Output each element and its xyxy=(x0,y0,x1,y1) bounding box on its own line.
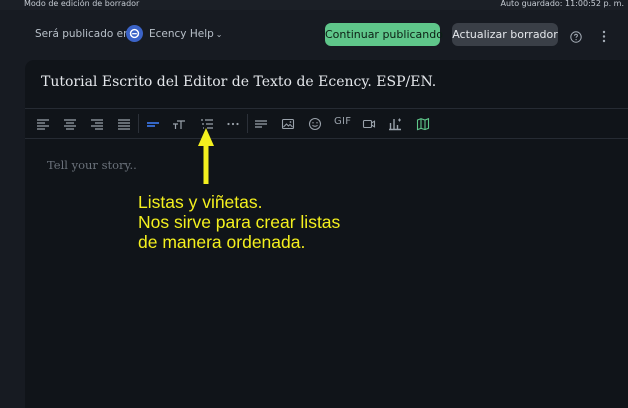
title-field[interactable]: Tutorial Escrito del Editor de Texto de … xyxy=(25,60,628,109)
annotation-text: Listas y viñetas. Nos sirve para crear l… xyxy=(138,192,340,252)
emoji-icon[interactable] xyxy=(308,117,322,131)
update-draft-button[interactable]: Actualizar borrador xyxy=(452,23,558,46)
align-justify-icon[interactable] xyxy=(117,117,131,131)
post-title[interactable]: Tutorial Escrito del Editor de Texto de … xyxy=(41,74,436,90)
more-horizontal-icon[interactable] xyxy=(226,117,240,131)
align-center-icon[interactable] xyxy=(63,117,77,131)
map-icon[interactable] xyxy=(416,117,430,131)
poll-icon[interactable] xyxy=(388,117,402,131)
autosave-status: Auto guardado: 11:00:52 p. m. xyxy=(500,0,624,8)
toolbar-divider xyxy=(138,114,139,133)
gif-icon[interactable]: GIF xyxy=(334,116,351,127)
align-left-icon[interactable] xyxy=(36,117,50,131)
annotation-line-1: Listas y viñetas. xyxy=(138,192,263,212)
text-size-icon[interactable] xyxy=(172,117,186,131)
paragraph-icon[interactable] xyxy=(146,117,160,131)
community-name: Ecency Help xyxy=(149,28,214,40)
image-icon[interactable] xyxy=(281,117,295,131)
align-right-icon[interactable] xyxy=(90,117,104,131)
status-bar: Modo de edición de borrador Auto guardad… xyxy=(0,0,628,10)
editing-mode-text: Modo de edición de borrador xyxy=(24,0,140,8)
continue-publishing-button[interactable]: Continuar publicando xyxy=(325,23,443,46)
ecency-logo-icon[interactable] xyxy=(126,25,143,42)
story-placeholder[interactable]: Tell your story.. xyxy=(47,158,137,172)
help-circle-icon[interactable] xyxy=(570,28,582,43)
video-icon[interactable] xyxy=(362,117,376,131)
annotation-line-2: Nos sirve para crear listas xyxy=(138,212,341,232)
text-block-icon[interactable] xyxy=(254,117,268,131)
community-selector[interactable]: Ecency Help ⌄ xyxy=(149,28,223,40)
more-vertical-icon[interactable] xyxy=(602,28,606,43)
arrow-up-icon xyxy=(198,128,214,184)
annotation-line-3: de manera ordenada. xyxy=(138,232,306,252)
editor-toolbar: GIF xyxy=(25,109,628,139)
publish-location-label: Será publicado en xyxy=(35,28,130,40)
chevron-down-icon: ⌄ xyxy=(215,30,223,39)
toolbar-divider xyxy=(247,114,248,133)
